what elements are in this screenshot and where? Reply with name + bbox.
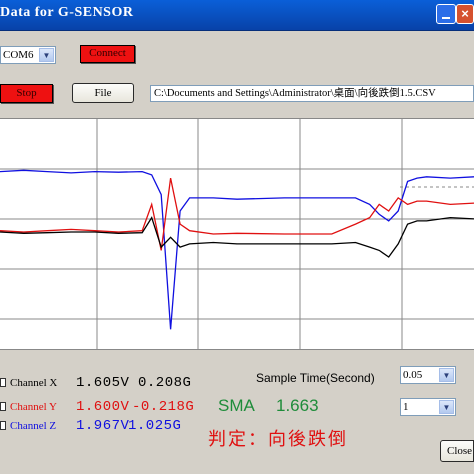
sample-time-select[interactable]: 0.05 ▼ <box>400 366 456 384</box>
channel-z-checkbox[interactable] <box>0 421 6 430</box>
channel-x-checkbox[interactable] <box>0 378 6 387</box>
close-window-button[interactable]: × <box>456 4 474 24</box>
series-line-1 <box>0 177 474 251</box>
sma-value: 1.663 <box>276 396 319 415</box>
second-select-value: 1 <box>403 401 409 413</box>
sample-time-label: Sample Time(Second) <box>256 371 375 385</box>
channel-y-volt: 1.600V <box>76 399 130 415</box>
channel-z-g: 1.025G <box>128 418 182 434</box>
chevron-down-icon: ▼ <box>439 368 454 382</box>
sma-label: SMA <box>218 396 255 415</box>
channel-y-g: -0.218G <box>132 399 195 415</box>
file-path-field[interactable]: C:\Documents and Settings\Administrator\… <box>150 85 474 102</box>
channel-x-g: 0.208G <box>138 375 192 391</box>
series-line-2 <box>0 216 474 258</box>
close-button[interactable]: Close <box>440 440 474 462</box>
file-button[interactable]: File <box>72 83 134 103</box>
channel-x-volt: 1.605V <box>76 375 130 391</box>
second-select[interactable]: 1 ▼ <box>400 398 456 416</box>
channel-z-volt: 1.967V <box>76 418 130 434</box>
com-port-value: COM6 <box>3 49 34 61</box>
signal-plot <box>0 118 474 350</box>
channel-y-checkbox[interactable] <box>0 402 6 411</box>
window-title: Data for G-SENSOR <box>0 5 134 20</box>
verdict-text: 判定：向後跌倒 <box>208 429 348 450</box>
minimize-button[interactable] <box>436 4 456 24</box>
channel-x-label: Channel X <box>10 377 58 389</box>
sample-time-value: 0.05 <box>403 369 423 381</box>
series-line-0 <box>0 169 474 330</box>
series-layer <box>0 169 474 330</box>
stop-button[interactable]: Stop <box>0 84 53 103</box>
channel-y-label: Channel Y <box>10 401 57 413</box>
chevron-down-icon: ▼ <box>39 48 54 62</box>
title-bar: Data for G-SENSOR × <box>0 0 474 31</box>
signal-chart <box>0 119 474 349</box>
chevron-down-icon: ▼ <box>439 400 454 414</box>
channel-z-label: Channel Z <box>10 420 57 432</box>
com-port-select[interactable]: COM6 ▼ <box>0 46 56 64</box>
connect-button[interactable]: Connect <box>80 45 135 63</box>
